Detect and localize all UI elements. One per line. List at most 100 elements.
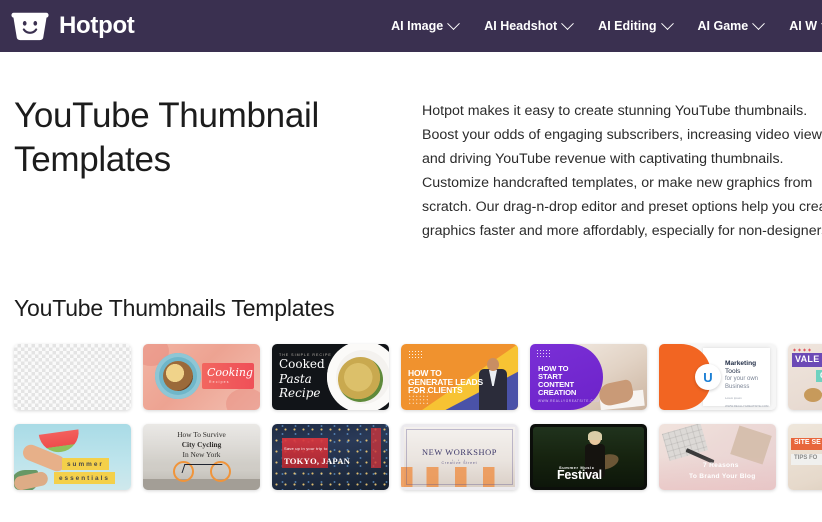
- decor-dot-grid: [408, 350, 422, 359]
- template-line-3: In New York: [182, 449, 221, 459]
- template-card-generate-leads[interactable]: HOW TO GENERATE LEADS FOR CLIENTS: [401, 344, 518, 410]
- brand-badge-icon: U: [695, 364, 721, 390]
- template-text-block: Marketing Tools for your own Business Lo…: [725, 360, 773, 409]
- template-thumbnail: Summer Music Festival: [530, 424, 647, 490]
- template-kicker: Save up in your trip to: [284, 446, 328, 451]
- template-thumbnail: VALE GI: [788, 344, 822, 410]
- decor-blob: [226, 388, 260, 410]
- template-card-partial-right[interactable]: SITE SE TIPS FO: [788, 424, 822, 490]
- template-title: Marketing Tools: [725, 360, 773, 376]
- chevron-down-icon: [660, 16, 674, 30]
- template-card-brand-your-blog[interactable]: 7 Reasons To Brand Your Blog: [659, 424, 776, 490]
- template-card-cooking-recipe[interactable]: Cooking Recipes: [143, 344, 260, 410]
- decor-noodles: [338, 357, 383, 402]
- template-line-1: How To Survive: [177, 430, 226, 439]
- nav-label: AI Image: [391, 18, 444, 33]
- template-thumbnail: 7 Reasons To Brand Your Blog: [659, 424, 776, 490]
- nav-item-ai-editing[interactable]: AI Editing: [598, 16, 674, 33]
- hero-right-column: Hotpot makes it easy to create stunning …: [422, 94, 822, 243]
- template-text-block: The Simple Recipe Cooked Pasta Recipe: [279, 353, 332, 401]
- decor-bicycle: [173, 460, 231, 482]
- decor-dot-grid: [536, 349, 552, 359]
- hero-left-column: YouTube Thumbnail Templates: [0, 94, 422, 182]
- template-card-city-cycling[interactable]: How To Survive City Cycling In New York: [143, 424, 260, 490]
- template-thumbnail: U Marketing Tools for your own Business …: [659, 344, 776, 410]
- nav-label: AI Game: [697, 18, 749, 33]
- template-line-4: CREATION: [538, 387, 577, 397]
- template-headline: Festival: [557, 468, 602, 482]
- chevron-down-icon: [561, 16, 575, 30]
- template-line-1: VALE: [795, 354, 820, 364]
- template-card-cooked-pasta[interactable]: The Simple Recipe Cooked Pasta Recipe: [272, 344, 389, 410]
- section-title: YouTube Thumbnails Templates: [14, 295, 335, 321]
- template-line-2: To Brand Your Blog: [689, 473, 756, 480]
- template-card-tokyo-japan[interactable]: Save up in your trip to TOKYO, JAPAN: [272, 424, 389, 490]
- template-line-2: TIPS FO: [794, 455, 818, 461]
- template-title: NEW WORKSHOP: [421, 448, 498, 457]
- template-line-1: 7 Reasons: [703, 462, 739, 469]
- decor-spoon: [804, 388, 822, 404]
- decor-vertical-sign: [371, 428, 381, 468]
- template-headline: TOKYO, JAPAN: [284, 456, 351, 466]
- template-card-blank-transparent[interactable]: [14, 344, 131, 410]
- nav-item-ai-image[interactable]: AI Image: [391, 16, 461, 33]
- template-title: Cooking: [207, 366, 253, 379]
- template-thumbnail: summer essentials: [14, 424, 131, 490]
- template-subtitle: Recipes: [209, 380, 230, 384]
- template-thumbnail: Cooking Recipes: [143, 344, 260, 410]
- template-title-rest: Tools: [725, 368, 741, 376]
- badge-letter: U: [703, 369, 713, 385]
- template-line-3: Business: [725, 384, 750, 391]
- nav-label: AI Editing: [598, 18, 657, 33]
- template-card-valentine-gift[interactable]: VALE GI: [788, 344, 822, 410]
- template-small-2: WWW.REALLYGREATSITE.COM: [725, 404, 769, 409]
- template-card-new-workshop[interactable]: NEW WORKSHOP • • • Creative Street: [401, 424, 518, 490]
- decor-food: [163, 361, 193, 391]
- brand-name: Hotpot: [59, 12, 135, 39]
- template-grid: Cooking Recipes The Simple Recipe Cooked…: [0, 322, 822, 490]
- template-line-2: for your own: [725, 376, 759, 383]
- template-title-bold: Marketing: [725, 360, 757, 367]
- template-thumbnail: [14, 344, 131, 410]
- template-line-2: City Cycling: [181, 439, 222, 449]
- nav-item-ai-game[interactable]: AI Game: [697, 16, 766, 33]
- nav-label: AI Headshot: [484, 18, 558, 33]
- nav-label: AI W: [789, 18, 817, 33]
- site-header: Hotpot AI Image AI Headshot AI Editing A…: [0, 0, 822, 52]
- template-thumbnail: SITE SE TIPS FO: [788, 424, 822, 490]
- template-card-summer-music-festival[interactable]: Summer Music Festival: [530, 424, 647, 490]
- template-tag-2: essentials: [54, 472, 115, 484]
- template-line-1: SITE SE: [794, 439, 821, 446]
- chevron-down-icon: [752, 16, 766, 30]
- template-card-marketing-tools[interactable]: U Marketing Tools for your own Business …: [659, 344, 776, 410]
- template-thumbnail: HOW TO START CONTENT CREATION WWW.REALLY…: [530, 344, 647, 410]
- template-thumbnail: How To Survive City Cycling In New York: [143, 424, 260, 490]
- template-tag-1: summer: [62, 458, 109, 470]
- template-line-2: Pasta: [279, 371, 312, 386]
- nav-item-ai-writing[interactable]: AI W: [789, 16, 822, 33]
- hero-description: Hotpot makes it easy to create stunning …: [422, 103, 822, 239]
- brand-logo-link[interactable]: Hotpot: [10, 11, 135, 41]
- template-line-1: Cooked: [279, 357, 325, 371]
- main-navigation: AI Image AI Headshot AI Editing AI Game …: [391, 16, 822, 33]
- template-line-3: Recipe: [279, 386, 321, 401]
- template-card-content-creation[interactable]: HOW TO START CONTENT CREATION WWW.REALLY…: [530, 344, 647, 410]
- decor-inner-photo: Summer Music Festival: [533, 427, 644, 487]
- hero-section: YouTube Thumbnail Templates Hotpot makes…: [0, 52, 822, 243]
- template-thumbnail: The Simple Recipe Cooked Pasta Recipe: [272, 344, 389, 410]
- template-line-3: FOR CLIENTS: [408, 385, 463, 396]
- template-small-1: Lorem ipsum: [725, 396, 742, 401]
- hotpot-smiley-pot-icon: [10, 11, 50, 41]
- template-card-summer-essentials[interactable]: summer essentials: [14, 424, 131, 490]
- template-thumbnail: NEW WORKSHOP • • • Creative Street: [401, 424, 518, 490]
- decor-frame: [406, 429, 513, 485]
- template-subtitle: WWW.REALLYGREATSITE.COM: [538, 399, 600, 403]
- template-thumbnail: HOW TO GENERATE LEADS FOR CLIENTS: [401, 344, 518, 410]
- template-thumbnail: Save up in your trip to TOKYO, JAPAN: [272, 424, 389, 490]
- decor-plate: [155, 353, 201, 399]
- nav-item-ai-headshot[interactable]: AI Headshot: [484, 16, 575, 33]
- template-subtitle: Creative Street: [441, 461, 478, 465]
- template-headline: How To Survive City Cycling In New York: [143, 430, 260, 460]
- template-headline: HOW TO GENERATE LEADS FOR CLIENTS: [408, 369, 483, 395]
- chevron-down-icon: [447, 16, 461, 30]
